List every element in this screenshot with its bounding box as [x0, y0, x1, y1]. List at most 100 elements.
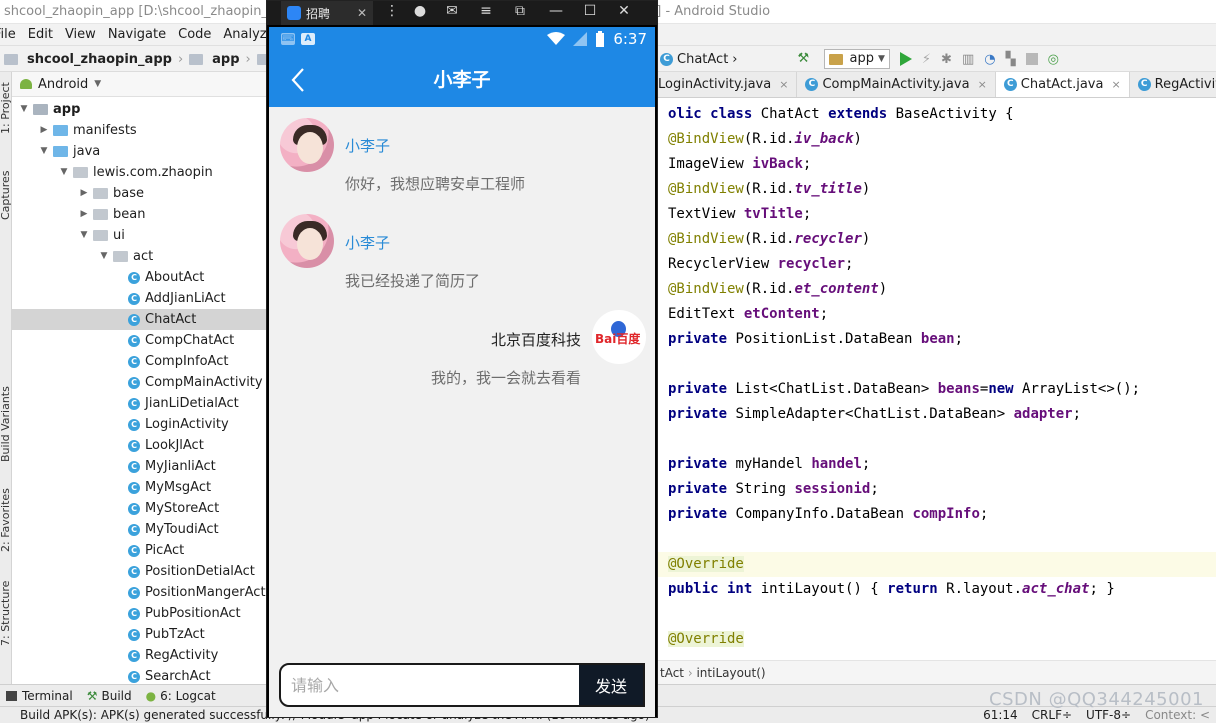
tab-build[interactable]: ⚒ Build — [87, 689, 132, 703]
attach-debugger-icon[interactable]: ▚ — [1006, 52, 1016, 67]
run-icon[interactable] — [899, 52, 912, 66]
tree-folder-item[interactable]: ▶ base — [12, 183, 268, 204]
tab-terminal[interactable]: Terminal — [6, 689, 73, 703]
class-crumb[interactable]: C ChatAct › — [660, 52, 738, 67]
editor-breadcrumb-class[interactable]: tAct — [660, 666, 684, 680]
send-button[interactable]: 发送 — [579, 665, 643, 705]
maximize-icon[interactable]: ☐ — [581, 3, 599, 19]
editor-tab[interactable]: LoginActivity.java × — [656, 72, 798, 97]
chevron-down-icon[interactable]: ▼ — [38, 141, 50, 162]
code-line: @Override — [656, 552, 1216, 577]
tab-logcat[interactable]: ● 6: Logcat — [146, 689, 216, 703]
side-tab-build-variants[interactable]: Build Variants — [0, 386, 11, 462]
mail-icon[interactable]: ✉ — [443, 3, 461, 19]
breadcrumb-app[interactable]: app — [212, 52, 239, 67]
tree-class-item[interactable]: C SearchAct — [12, 666, 268, 684]
tree-folder-item[interactable]: ▼ lewis.com.zhaopin — [12, 162, 268, 183]
gauge-icon[interactable]: ◔ — [984, 52, 995, 67]
close-tab-icon[interactable]: × — [978, 78, 987, 91]
close-icon[interactable]: ✕ — [615, 3, 633, 19]
tree-class-item[interactable]: C JianLiDetialAct — [12, 393, 268, 414]
sync-icon[interactable]: ◎ — [1048, 52, 1059, 67]
tree-class-item[interactable]: C PositionMangerAct — [12, 582, 268, 603]
tree-folder-item[interactable]: ▶ manifests — [12, 120, 268, 141]
breadcrumb-project[interactable]: shcool_zhaopin_app — [27, 52, 172, 67]
minimize-icon[interactable]: — — [547, 3, 565, 19]
side-tab-captures[interactable]: Captures — [0, 171, 11, 220]
apply-changes-icon[interactable]: ⚡ — [922, 52, 931, 67]
account-icon[interactable]: ● — [411, 3, 429, 19]
menu-icon[interactable]: ≡ — [477, 3, 495, 19]
menu-file[interactable]: File — [0, 27, 16, 42]
back-button[interactable] — [285, 65, 315, 95]
chevron-down-icon[interactable]: ▼ — [18, 99, 30, 120]
tree-class-item[interactable]: C RegActivity — [12, 645, 268, 666]
profile-icon[interactable]: ▥ — [962, 52, 974, 67]
side-tab-project[interactable]: 1: Project — [0, 82, 11, 134]
code-line: RecyclerView recycler; — [668, 256, 854, 272]
editor-tab[interactable]: C CompMainActivity.java × — [797, 72, 996, 97]
chevron-right-icon[interactable]: ▶ — [78, 204, 90, 225]
tree-folder-item[interactable]: ▼ ui — [12, 225, 268, 246]
debug-icon[interactable]: ✱ — [941, 52, 952, 67]
avatar[interactable] — [280, 118, 334, 172]
tree-class-item[interactable]: C MyMsgAct — [12, 477, 268, 498]
chevron-right-icon[interactable]: ▶ — [78, 183, 90, 204]
menu-navigate[interactable]: Navigate — [108, 27, 166, 42]
tree-class-item[interactable]: C PubTzAct — [12, 624, 268, 645]
stop-icon[interactable] — [1025, 53, 1038, 65]
tree-class-item[interactable]: C MyStoreAct — [12, 498, 268, 519]
chevron-down-icon[interactable]: ▼ — [78, 225, 90, 246]
tree-class-item[interactable]: C PubPositionAct — [12, 603, 268, 624]
baidu-logo-text: Bai百度 — [595, 332, 641, 346]
project-view-select[interactable]: Android ▼ — [12, 72, 268, 97]
tree-folder-item[interactable]: ▶ bean — [12, 204, 268, 225]
tree-folder-item[interactable]: ▼ act — [12, 246, 268, 267]
tree-class-item[interactable]: C LookJlAct — [12, 435, 268, 456]
back-arrow-icon — [291, 68, 304, 92]
tree-class-item[interactable]: C CompChatAct — [12, 330, 268, 351]
chevron-down-icon[interactable]: ▼ — [98, 246, 110, 267]
close-tab-icon[interactable]: × — [1111, 78, 1120, 91]
editor-tab[interactable]: CRegActivity.java× — [1130, 72, 1216, 97]
side-tab-structure[interactable]: 7: Structure — [0, 581, 11, 646]
tree-class-item[interactable]: C AddJianLiAct — [12, 288, 268, 309]
emulator-tab[interactable]: 招聘 ✕ — [281, 1, 373, 25]
class-icon: C — [805, 78, 819, 91]
menu-edit[interactable]: Edit — [28, 27, 53, 42]
message-input[interactable] — [281, 665, 581, 705]
editor-tab-label: RegActivity.java — [1154, 77, 1216, 92]
screenshot-icon[interactable]: ⧉ — [511, 3, 529, 19]
tree-class-item[interactable]: C LoginActivity — [12, 414, 268, 435]
tree-class-item[interactable]: C MyJianliAct — [12, 456, 268, 477]
signal-icon — [573, 32, 588, 46]
avatar[interactable] — [280, 214, 334, 268]
tree-folder-item[interactable]: ▼ app — [12, 99, 268, 120]
tree-class-item[interactable]: C MyToudiAct — [12, 519, 268, 540]
folder-icon — [93, 188, 108, 199]
tree-class-item[interactable]: C PicAct — [12, 540, 268, 561]
close-tab-icon[interactable]: ✕ — [357, 6, 367, 20]
tree-class-item[interactable]: C PositionDetialAct — [12, 561, 268, 582]
tree-item-label: PositionDetialAct — [145, 564, 255, 579]
class-icon: C — [128, 376, 140, 389]
tree-folder-item[interactable]: ▼ java — [12, 141, 268, 162]
company-avatar[interactable]: Bai百度 — [592, 310, 646, 364]
close-tab-icon[interactable]: × — [779, 78, 788, 91]
code-editor[interactable]: olic class ChatAct extends BaseActivity … — [656, 98, 1216, 656]
editor-breadcrumb-method[interactable]: intiLayout() — [696, 666, 765, 680]
editor-tab[interactable]: C ChatAct.java × — [995, 72, 1130, 97]
tree-class-item[interactable]: C AboutAct — [12, 267, 268, 288]
side-tab-favorites[interactable]: 2: Favorites — [0, 488, 11, 552]
emulator-tab-title: 招聘 — [306, 6, 331, 21]
tree-class-item[interactable]: C CompInfoAct — [12, 351, 268, 372]
tree-class-item[interactable]: C ChatAct — [12, 309, 268, 330]
menu-view[interactable]: View — [65, 27, 96, 42]
more-vertical-icon[interactable]: ⋮ — [383, 3, 401, 19]
tree-class-item[interactable]: C CompMainActivity — [12, 372, 268, 393]
chevron-down-icon[interactable]: ▼ — [58, 162, 70, 183]
menu-code[interactable]: Code — [178, 27, 211, 42]
run-config-select[interactable]: app ▼ — [823, 49, 890, 69]
hammer-icon[interactable]: ⚒ — [798, 51, 814, 67]
chevron-right-icon[interactable]: ▶ — [38, 120, 50, 141]
